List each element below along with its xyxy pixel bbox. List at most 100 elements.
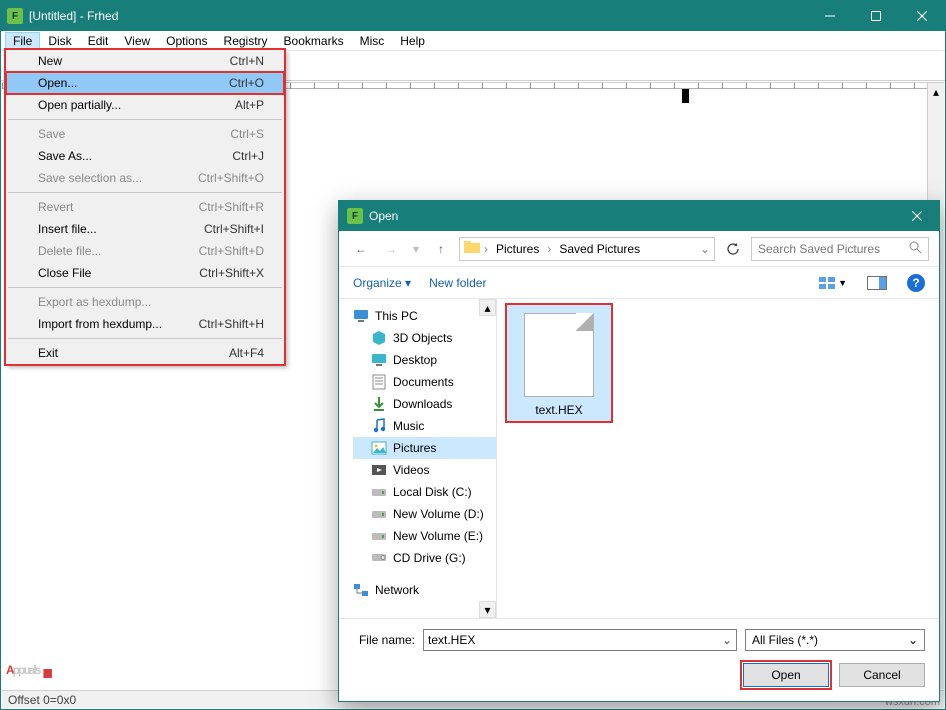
nav-up-button[interactable]: ↑ (429, 237, 453, 261)
tree-node-3d-objects[interactable]: 3D Objects (353, 327, 496, 349)
menu-file[interactable]: File (5, 32, 40, 50)
tree-node-music[interactable]: Music (353, 415, 496, 437)
chevron-down-icon[interactable]: ⌄ (700, 242, 710, 256)
nav-tree: ▴ This PC 3D Objects Desktop Documents Downl… (339, 299, 497, 618)
tree-node-label: Videos (393, 463, 429, 477)
refresh-button[interactable] (721, 237, 745, 261)
tree-node-network[interactable]: Network (353, 579, 496, 601)
close-button[interactable] (899, 1, 945, 31)
tree-scroll-up[interactable]: ▴ (479, 299, 496, 316)
title-text: [Untitled] - Frhed (29, 9, 807, 23)
nav-back-button[interactable]: ← (349, 237, 373, 261)
file-menu-save-as[interactable]: Save As...Ctrl+J (6, 145, 284, 167)
tree-node-label: Pictures (393, 441, 436, 455)
file-menu-new[interactable]: NewCtrl+N (6, 50, 284, 72)
menu-edit[interactable]: Edit (80, 32, 117, 50)
tree-node-pictures[interactable]: Pictures (353, 437, 496, 459)
open-button[interactable]: Open (743, 663, 829, 687)
disk-icon (371, 528, 387, 544)
tree-node-this-pc[interactable]: This PC (353, 305, 496, 327)
filename-label: File name: (353, 633, 415, 647)
file-menu-exit[interactable]: ExitAlt+F4 (6, 342, 284, 364)
preview-pane-button[interactable] (867, 276, 887, 290)
search-icon (909, 241, 922, 257)
file-menu-save: SaveCtrl+S (6, 123, 284, 145)
file-name-label: text.HEX (511, 403, 607, 417)
chevron-down-icon: ⌄ (908, 633, 918, 647)
file-tile-selected[interactable]: text.HEX (505, 303, 613, 423)
tree-node-local-disk-c[interactable]: Local Disk (C:) (353, 481, 496, 503)
file-thumbnail-icon (524, 313, 594, 397)
file-menu-save-selection-as: Save selection as...Ctrl+Shift+O (6, 167, 284, 189)
status-offset: Offset 0=0x0 (2, 693, 82, 707)
minimize-button[interactable] (807, 1, 853, 31)
watermark-logo: Appuals. (6, 619, 54, 688)
view-mode-button[interactable]: ▼ (818, 276, 847, 290)
menu-bookmarks[interactable]: Bookmarks (276, 32, 352, 50)
text-caret (682, 89, 689, 103)
tree-node-cd-drive-g[interactable]: CD Drive (G:) (353, 547, 496, 569)
dl-icon (371, 396, 387, 412)
file-list-pane[interactable]: text.HEX (497, 299, 939, 618)
tree-node-new-volume-d[interactable]: New Volume (D:) (353, 503, 496, 525)
dialog-footer: File name: text.HEX⌄ All Files (*.*)⌄ Op… (339, 618, 939, 701)
new-folder-button[interactable]: New folder (429, 276, 486, 290)
crumb-saved-pictures[interactable]: Saved Pictures (555, 242, 644, 256)
chevron-right-icon[interactable]: › (547, 242, 551, 256)
menu-view[interactable]: View (116, 32, 158, 50)
app-icon: F (7, 8, 23, 24)
filename-input[interactable]: text.HEX⌄ (423, 629, 737, 651)
dialog-close-button[interactable] (895, 201, 939, 231)
dialog-title-text: Open (369, 209, 895, 223)
menu-disk[interactable]: Disk (40, 32, 79, 50)
tree-node-new-volume-e[interactable]: New Volume (E:) (353, 525, 496, 547)
nav-forward-button[interactable]: → (379, 237, 403, 261)
filter-select[interactable]: All Files (*.*)⌄ (745, 629, 925, 651)
file-menu-insert-file[interactable]: Insert file...Ctrl+Shift+I (6, 218, 284, 240)
tree-scroll-down[interactable]: ▾ (479, 601, 496, 618)
file-menu-import-from-hexdump[interactable]: Import from hexdump...Ctrl+Shift+H (6, 313, 284, 335)
cd-icon (371, 550, 387, 566)
scroll-up-icon[interactable]: ▴ (928, 83, 944, 100)
chevron-right-icon[interactable]: › (484, 242, 488, 256)
tree-node-videos[interactable]: Videos (353, 459, 496, 481)
tree-node-desktop[interactable]: Desktop (353, 349, 496, 371)
net-icon (353, 582, 369, 598)
nav-history-dropdown[interactable]: ▾ (409, 237, 423, 261)
docs-icon (371, 374, 387, 390)
desktop-icon (371, 352, 387, 368)
search-input[interactable]: Search Saved Pictures (751, 237, 929, 261)
cancel-button[interactable]: Cancel (839, 663, 925, 687)
help-button[interactable]: ? (907, 274, 925, 292)
title-bar: F [Untitled] - Frhed (1, 1, 945, 31)
dialog-title-bar: F Open (339, 201, 939, 231)
tree-node-label: 3D Objects (393, 331, 452, 345)
organize-menu[interactable]: Organize ▾ (353, 276, 411, 290)
disk-icon (371, 484, 387, 500)
menu-separator (8, 192, 282, 193)
crumb-pictures[interactable]: Pictures (492, 242, 543, 256)
file-menu-delete-file: Delete file...Ctrl+Shift+D (6, 240, 284, 262)
menu-bar: FileDiskEditViewOptionsRegistryBookmarks… (1, 31, 945, 51)
tree-node-label: CD Drive (G:) (393, 551, 466, 565)
tree-node-documents[interactable]: Documents (353, 371, 496, 393)
breadcrumb-bar[interactable]: › Pictures › Saved Pictures ⌄ (459, 237, 715, 261)
tree-node-downloads[interactable]: Downloads (353, 393, 496, 415)
file-menu-close-file[interactable]: Close FileCtrl+Shift+X (6, 262, 284, 284)
menu-separator (8, 338, 282, 339)
3d-icon (371, 330, 387, 346)
file-menu-open-partially[interactable]: Open partially...Alt+P (6, 94, 284, 116)
menu-options[interactable]: Options (158, 32, 215, 50)
tree-node-label: Local Disk (C:) (393, 485, 472, 499)
file-menu-open[interactable]: Open...Ctrl+O (6, 72, 284, 94)
chevron-down-icon[interactable]: ⌄ (722, 633, 732, 647)
menu-misc[interactable]: Misc (352, 32, 393, 50)
menu-registry[interactable]: Registry (216, 32, 276, 50)
chevron-down-icon: ▾ (405, 276, 411, 290)
maximize-button[interactable] (853, 1, 899, 31)
tree-node-label: Documents (393, 375, 454, 389)
menu-separator (8, 287, 282, 288)
menu-help[interactable]: Help (392, 32, 433, 50)
dialog-body: ▴ This PC 3D Objects Desktop Documents Downl… (339, 299, 939, 618)
dialog-nav-bar: ← → ▾ ↑ › Pictures › Saved Pictures ⌄ Se… (339, 231, 939, 267)
